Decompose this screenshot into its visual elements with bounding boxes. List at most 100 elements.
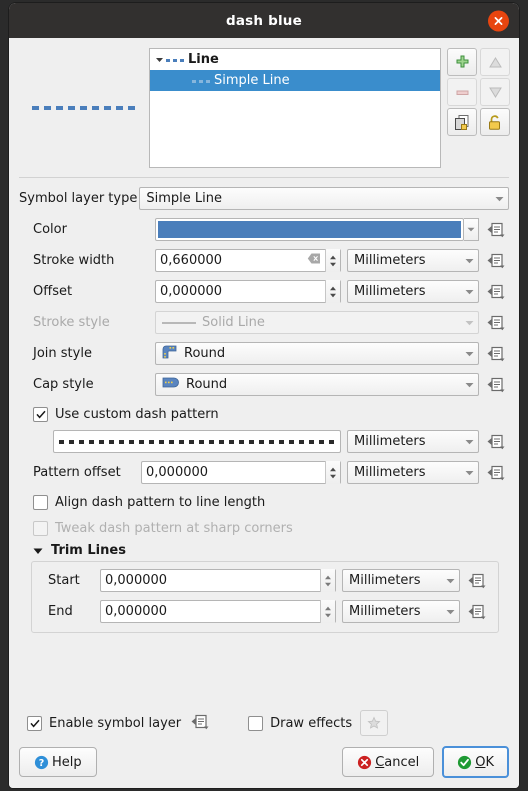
dialog-footer: Enable symbol layer Draw effects ? Help … (9, 704, 519, 788)
join-style-select[interactable]: Round (155, 342, 479, 365)
offset-label: Offset (33, 284, 73, 299)
use-custom-dash-row[interactable]: Use custom dash pattern (19, 403, 509, 426)
symbol-layer-type-label: Symbol layer type (19, 191, 138, 206)
trim-lines-group: Start 0,000000 Millimeters End 0,000000 … (31, 561, 499, 633)
remove-symbol-layer-button[interactable] (447, 78, 477, 106)
move-down-button[interactable] (480, 78, 510, 106)
stroke-width-unit-select[interactable]: Millimeters (347, 249, 479, 272)
color-swatch[interactable] (155, 218, 464, 241)
round-join-icon (162, 345, 178, 363)
cap-style-row: Cap style Round (19, 372, 509, 397)
pattern-offset-stepper[interactable] (325, 461, 340, 484)
stroke-width-stepper[interactable] (325, 249, 340, 272)
enable-symbol-layer-label: Enable symbol layer (49, 715, 182, 731)
stroke-width-unit-value: Millimeters (354, 253, 426, 268)
trim-start-value: 0,000000 (105, 573, 168, 588)
data-defined-override-icon[interactable] (483, 284, 509, 300)
trim-end-unit-select[interactable]: Millimeters (342, 600, 460, 623)
color-label: Color (33, 222, 67, 237)
trim-start-label: Start (48, 573, 80, 588)
dash-pattern-row: Millimeters (19, 429, 509, 454)
unlock-icon[interactable] (480, 108, 510, 136)
data-defined-override-icon[interactable] (483, 346, 509, 362)
trim-end-stepper[interactable] (320, 600, 335, 623)
dialog-buttons: ? Help Cancel OK (19, 746, 509, 778)
duplicate-symbol-layer-button[interactable] (447, 108, 477, 136)
cap-style-select[interactable]: Round (155, 373, 479, 396)
offset-input[interactable]: 0,000000 (155, 280, 341, 303)
enable-symbol-layer-checkbox[interactable] (27, 715, 42, 731)
color-row: Color (19, 217, 509, 242)
move-up-button[interactable] (480, 48, 510, 76)
clear-icon[interactable] (307, 253, 321, 268)
effects-properties-button[interactable] (360, 710, 389, 736)
pattern-offset-unit-value: Millimeters (354, 465, 426, 480)
symbol-layer-dialog: dash blue Line Simple Line Symbol layer … (9, 3, 519, 788)
chevron-down-icon (465, 289, 474, 295)
chevron-down-icon (495, 196, 504, 202)
data-defined-override-icon[interactable] (464, 604, 490, 620)
trim-lines-header[interactable]: Trim Lines (31, 543, 509, 558)
tweak-dash-label: Tweak dash pattern at sharp corners (55, 521, 293, 536)
tree-row[interactable]: Line (150, 49, 440, 70)
stroke-style-value: Solid Line (202, 315, 265, 330)
properties-form: Symbol layer type Simple Line Color Stro… (9, 178, 519, 633)
pattern-offset-unit-select[interactable]: Millimeters (347, 461, 479, 484)
title-bar: dash blue (9, 3, 519, 38)
use-custom-dash-checkbox[interactable] (33, 407, 48, 422)
dash-pattern-unit-select[interactable]: Millimeters (347, 430, 479, 453)
data-defined-override-icon[interactable] (483, 253, 509, 269)
chevron-down-icon (465, 351, 474, 357)
chevron-down-icon[interactable] (31, 544, 45, 558)
trim-end-label: End (48, 604, 73, 619)
data-defined-override-icon[interactable] (483, 434, 509, 450)
tree-row[interactable]: Simple Line (150, 70, 440, 91)
symbol-layer-type-select[interactable]: Simple Line (139, 187, 509, 210)
help-button[interactable]: ? Help (19, 747, 97, 777)
align-dash-row[interactable]: Align dash pattern to line length (19, 491, 509, 514)
window-title: dash blue (226, 12, 302, 29)
chevron-down-icon[interactable] (152, 53, 166, 67)
color-dropdown-button[interactable] (464, 218, 479, 241)
data-defined-override-icon[interactable] (483, 222, 509, 238)
add-symbol-layer-button[interactable] (447, 48, 477, 76)
data-defined-override-icon[interactable] (483, 377, 509, 393)
stroke-style-label: Stroke style (33, 315, 110, 330)
tweak-dash-checkbox[interactable] (33, 521, 48, 536)
data-defined-override-icon[interactable] (191, 714, 210, 733)
data-defined-override-icon[interactable] (464, 573, 490, 589)
cancel-button-label: Cancel (375, 754, 420, 770)
stroke-width-value: 0,660000 (160, 253, 223, 268)
color-swatch-fill (158, 221, 461, 238)
use-custom-dash-label: Use custom dash pattern (55, 407, 219, 422)
stroke-width-input[interactable]: 0,660000 (155, 249, 341, 272)
trim-end-unit-value: Millimeters (349, 604, 421, 619)
pattern-offset-input[interactable]: 0,000000 (141, 461, 341, 484)
trim-start-stepper[interactable] (320, 569, 335, 592)
trim-start-unit-select[interactable]: Millimeters (342, 569, 460, 592)
offset-unit-select[interactable]: Millimeters (347, 280, 479, 303)
tweak-dash-row[interactable]: Tweak dash pattern at sharp corners (19, 517, 509, 540)
ok-button[interactable]: OK (442, 746, 509, 778)
solid-line-icon (162, 321, 196, 324)
symbol-layer-tree[interactable]: Line Simple Line (149, 48, 441, 168)
align-dash-checkbox[interactable] (33, 495, 48, 510)
stroke-width-row: Stroke width 0,660000 Millimeters (19, 248, 509, 273)
trim-end-input[interactable]: 0,000000 (100, 600, 336, 623)
stroke-style-select[interactable]: Solid Line (155, 311, 479, 334)
data-defined-override-icon[interactable] (483, 465, 509, 481)
offset-unit-value: Millimeters (354, 284, 426, 299)
cancel-button[interactable]: Cancel (342, 747, 435, 777)
trim-start-row: Start 0,000000 Millimeters (40, 568, 490, 593)
join-style-value: Round (184, 346, 226, 361)
close-icon[interactable] (488, 10, 509, 31)
cap-style-label: Cap style (33, 377, 94, 392)
data-defined-override-icon[interactable] (483, 315, 509, 331)
draw-effects-checkbox[interactable] (248, 715, 264, 731)
trim-start-input[interactable]: 0,000000 (100, 569, 336, 592)
dialog-body: Line Simple Line Symbol layer type Simpl… (9, 38, 519, 788)
symbol-preview (19, 48, 149, 168)
offset-stepper[interactable] (325, 280, 340, 303)
dash-pattern-preview[interactable] (53, 430, 341, 453)
chevron-down-icon (465, 470, 474, 476)
